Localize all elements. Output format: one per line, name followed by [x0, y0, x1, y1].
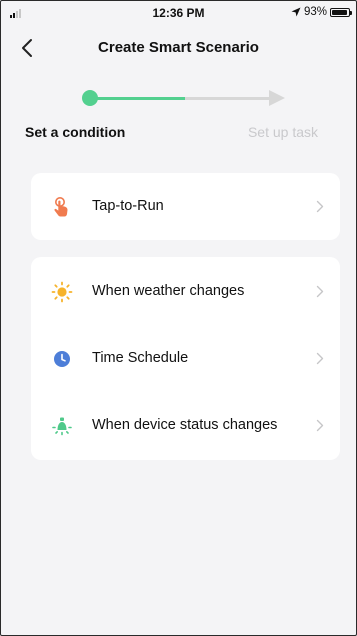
condition-card-manual: Tap-to-Run — [31, 173, 340, 240]
stepper-current-dot — [82, 90, 98, 106]
status-right: 93% — [291, 6, 352, 18]
condition-label: When weather changes — [92, 283, 245, 299]
location-arrow-icon — [291, 7, 301, 17]
step-label-task: Set up task — [247, 124, 318, 140]
status-bar: 12:36 PM 93% — [1, 1, 356, 21]
sun-icon — [51, 281, 73, 303]
condition-device-status[interactable]: When device status changes — [31, 392, 340, 459]
battery-percent: 93% — [303, 6, 327, 18]
stepper-line-pending — [185, 97, 269, 100]
condition-weather[interactable]: When weather changes — [31, 258, 340, 325]
condition-label: Time Schedule — [92, 350, 189, 366]
chevron-right-icon — [316, 352, 324, 365]
condition-time-schedule[interactable]: Time Schedule — [31, 325, 340, 392]
condition-card-automation: When weather changes Time Schedule When … — [31, 257, 340, 460]
progress-stepper — [1, 87, 356, 111]
stepper-arrow-icon — [269, 90, 285, 106]
hand-tap-icon — [54, 197, 68, 217]
chevron-right-icon — [316, 285, 324, 298]
condition-label: Tap-to-Run — [92, 198, 164, 214]
device-bulb-icon — [52, 417, 72, 436]
stepper-line-complete — [96, 97, 185, 100]
page-title: Create Smart Scenario — [98, 39, 259, 56]
condition-label: When device status changes — [92, 417, 278, 433]
clock-icon — [54, 351, 70, 367]
step-label-condition: Set a condition — [25, 124, 126, 140]
condition-tap-to-run[interactable]: Tap-to-Run — [31, 173, 340, 240]
battery-icon — [330, 7, 352, 17]
chevron-right-icon — [316, 200, 324, 213]
phone-screen: 12:36 PM 93% Create Smart Scenario Set a… — [0, 0, 357, 636]
chevron-right-icon — [316, 419, 324, 432]
battery-fill — [332, 9, 347, 15]
